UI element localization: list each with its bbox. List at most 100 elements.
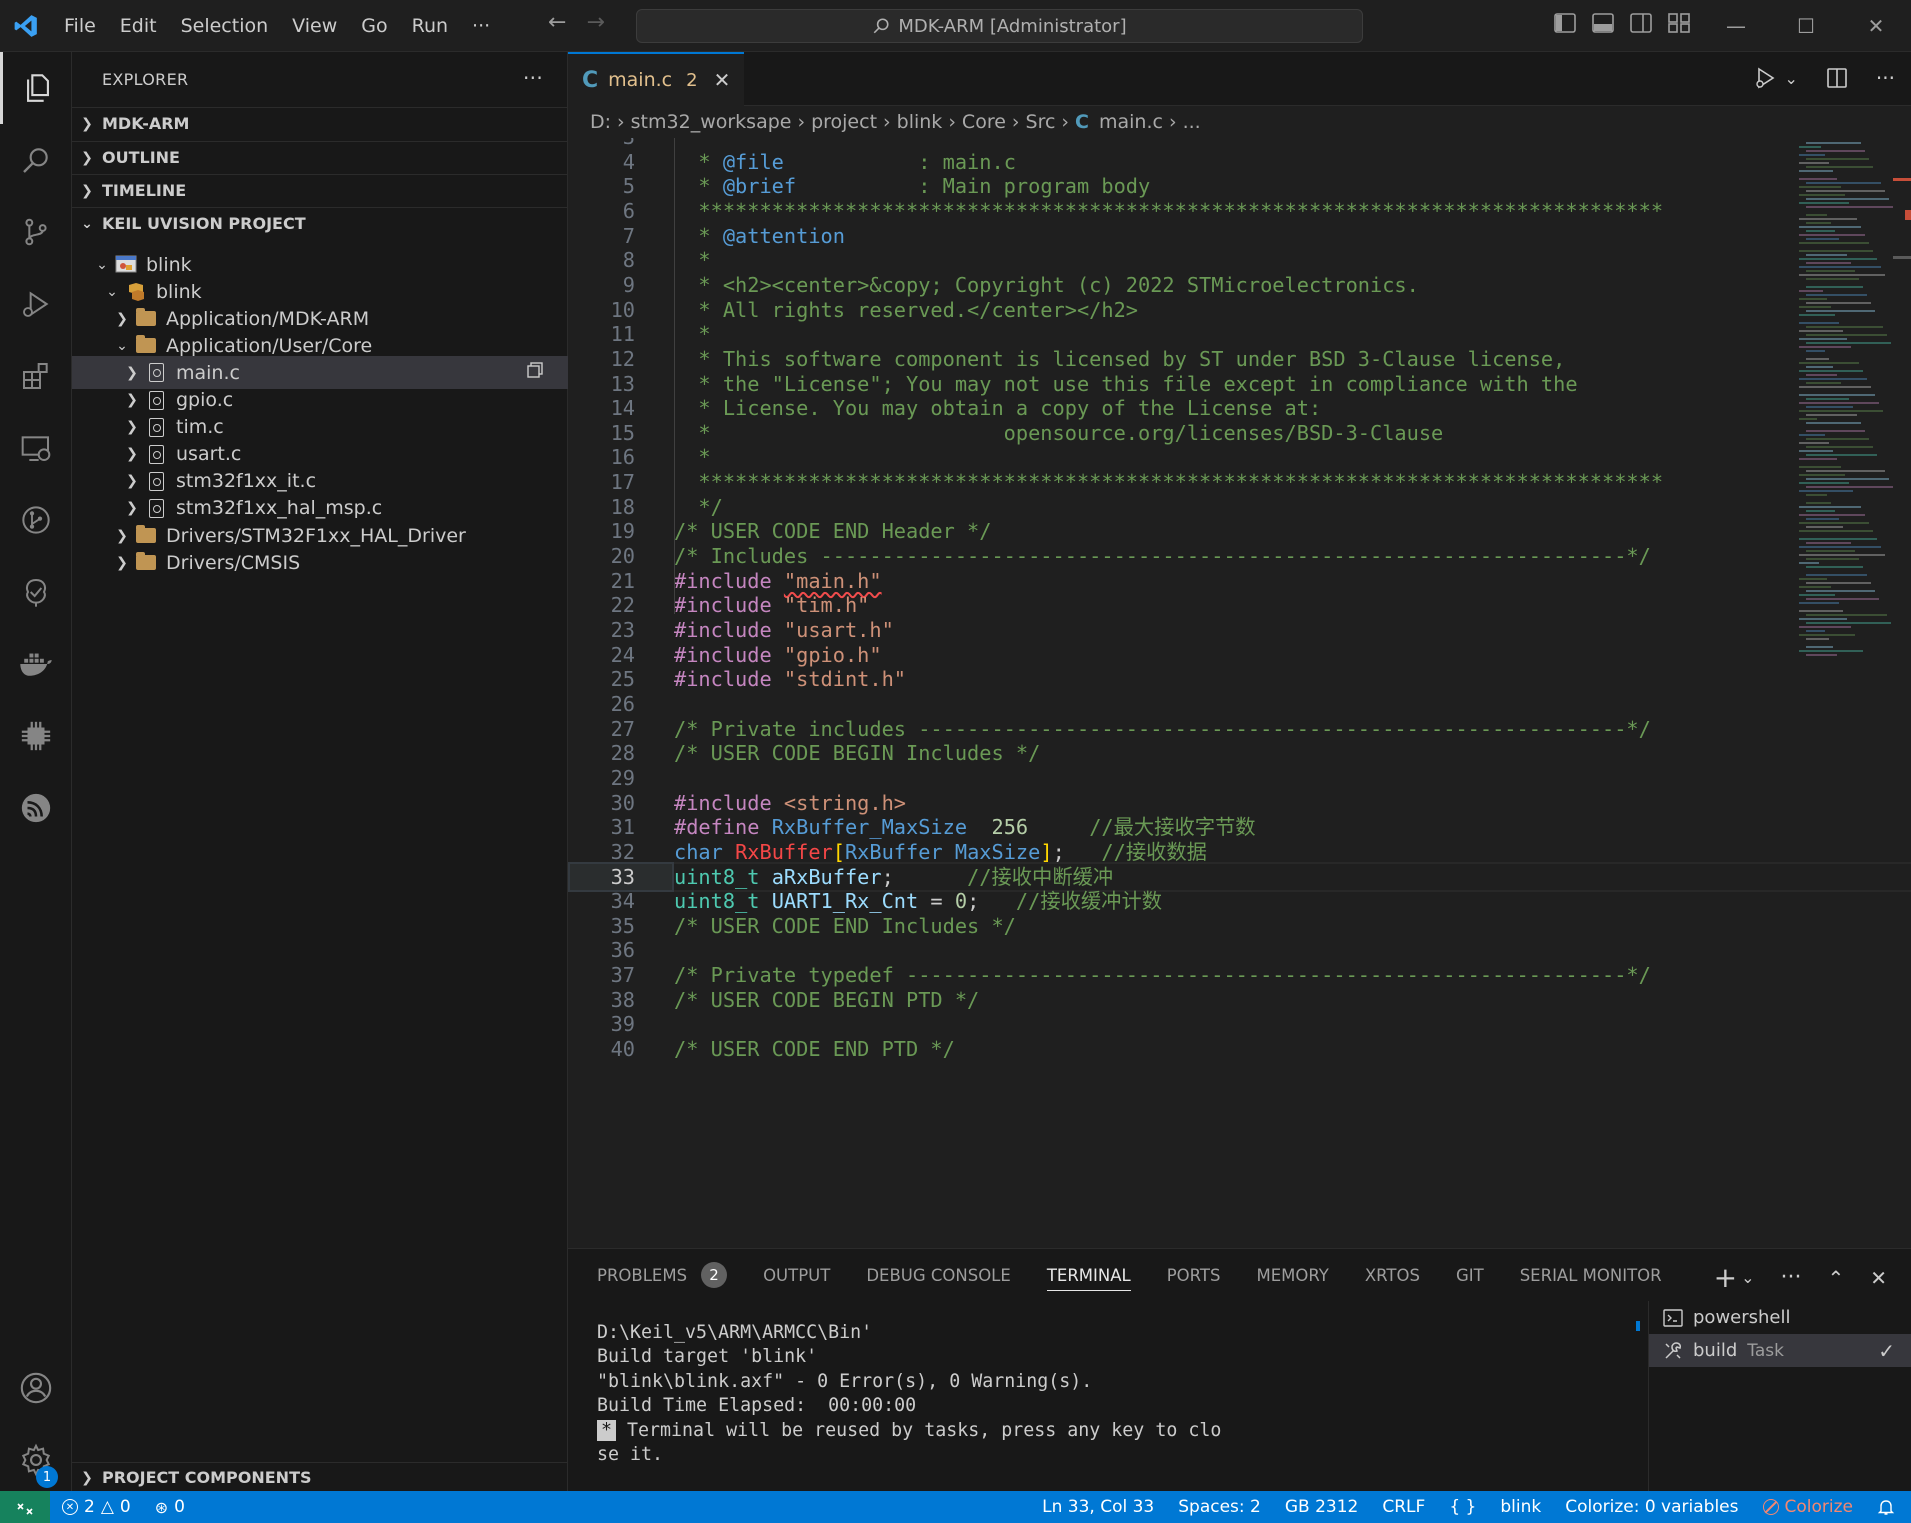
- section-mdk-arm[interactable]: ❯ MDK-ARM: [72, 107, 568, 139]
- source-control-icon[interactable]: [0, 196, 72, 268]
- git-graph-icon[interactable]: [0, 484, 72, 556]
- breadcrumb-item[interactable]: project: [811, 111, 877, 133]
- menu-item[interactable]: Run: [400, 15, 460, 37]
- terminal-item-powershell[interactable]: powershell: [1649, 1301, 1911, 1334]
- more-panel-actions-icon[interactable]: ···: [1780, 1265, 1801, 1290]
- breadcrumb-item[interactable]: D:: [590, 111, 611, 133]
- panel-tab-problems[interactable]: PROBLEMS 2: [597, 1249, 745, 1301]
- terminal-line: Build Time Elapsed: 00:00:00: [597, 1395, 917, 1417]
- ports-status[interactable]: ⊛ 0: [143, 1491, 197, 1523]
- tab-main-c[interactable]: C main.c 2 ✕: [568, 52, 744, 106]
- search-view-icon[interactable]: [0, 124, 72, 196]
- breadcrumb-item[interactable]: Src: [1026, 111, 1056, 133]
- panel-tab-terminal[interactable]: TERMINAL: [1046, 1249, 1149, 1301]
- menu-item[interactable]: ···: [460, 15, 502, 37]
- panel-tab-xrtos[interactable]: XRTOS: [1365, 1249, 1438, 1301]
- remote-explorer-icon[interactable]: [0, 412, 72, 484]
- espressif-icon[interactable]: [0, 772, 72, 844]
- breadcrumb-item[interactable]: blink: [897, 111, 943, 133]
- panel-tab-git[interactable]: GIT: [1456, 1249, 1502, 1301]
- extensions-icon[interactable]: [0, 340, 72, 412]
- menu-item[interactable]: Edit: [108, 15, 169, 37]
- run-debug-play-icon[interactable]: [1753, 66, 1779, 90]
- code-line[interactable]: 40 /* USER CODE END PTD */: [568, 1034, 1911, 1064]
- end-of-line[interactable]: CRLF: [1370, 1491, 1437, 1523]
- run-dropdown-chevron-icon[interactable]: ⌄: [1785, 69, 1798, 88]
- panel-tab-ports[interactable]: PORTS: [1167, 1249, 1239, 1301]
- explorer-header: EXPLORER ···: [72, 52, 567, 107]
- notifications-bell-icon[interactable]: [1865, 1491, 1911, 1523]
- new-terminal-plus-icon[interactable]: +: [1714, 1261, 1737, 1294]
- colorize-toggle[interactable]: Colorize: [1751, 1491, 1866, 1523]
- docker-icon[interactable]: [0, 628, 72, 700]
- section-outline[interactable]: ❯ OUTLINE: [72, 141, 568, 173]
- warning-icon: △: [100, 1497, 114, 1517]
- problems-status[interactable]: ✕ 2 △ 0: [50, 1491, 143, 1523]
- forward-arrow-icon[interactable]: →: [586, 10, 604, 35]
- disabled-circle-icon: [1762, 1499, 1779, 1515]
- menu-item[interactable]: View: [280, 15, 349, 37]
- chevron-right-icon: ❯: [116, 310, 128, 327]
- panel-actions: + ⌄ ··· ⌃ ✕: [1714, 1261, 1887, 1294]
- remote-indicator-icon[interactable]: [0, 1491, 50, 1523]
- breadcrumb-item[interactable]: ...: [1183, 111, 1201, 133]
- folder-icon: [132, 308, 160, 327]
- section-keil-project[interactable]: ⌄ KEIL UVISION PROJECT: [72, 207, 568, 239]
- encoding[interactable]: GB 2312: [1273, 1491, 1371, 1523]
- terminal-item-build[interactable]: build Task ✓: [1649, 1334, 1911, 1367]
- copy-files-icon[interactable]: [526, 361, 544, 384]
- chevron-right-icon: ❯: [126, 364, 138, 381]
- split-editor-icon[interactable]: [1826, 67, 1848, 89]
- explorer-icon[interactable]: [0, 52, 72, 124]
- panel-tab-serial-monitor[interactable]: SERIAL MONITOR: [1520, 1249, 1680, 1301]
- chip-icon[interactable]: [0, 700, 72, 772]
- panel-tab-debug-console[interactable]: DEBUG CONSOLE: [866, 1249, 1029, 1301]
- close-tab-icon[interactable]: ✕: [714, 68, 731, 92]
- code-editor[interactable]: 3 **************************************…: [568, 138, 1911, 1248]
- run-debug-icon[interactable]: [0, 268, 72, 340]
- editor-scrollbar[interactable]: [1893, 138, 1911, 1248]
- account-icon[interactable]: [0, 1352, 72, 1424]
- source-file-icon: [142, 471, 170, 491]
- tree-item[interactable]: ❯ Drivers/CMSIS: [72, 546, 568, 579]
- customize-layout-icon[interactable]: [1667, 12, 1691, 34]
- terminal-dropdown-chevron-icon[interactable]: ⌄: [1741, 1268, 1754, 1287]
- breadcrumb-item[interactable]: stm32_worksape: [631, 111, 792, 133]
- minimap[interactable]: [1793, 138, 1901, 668]
- section-timeline[interactable]: ❯ TIMELINE: [72, 174, 568, 206]
- breadcrumb-item[interactable]: Core: [962, 111, 1006, 133]
- more-editor-actions-icon[interactable]: ···: [1876, 66, 1895, 90]
- folder-icon: [132, 335, 160, 354]
- close-window-icon[interactable]: ✕: [1841, 0, 1911, 52]
- toggle-panel-icon[interactable]: [1591, 12, 1615, 34]
- chevron-down-icon: ⌄: [106, 283, 118, 300]
- back-arrow-icon[interactable]: ←: [548, 10, 566, 35]
- manage-gear-icon[interactable]: 1: [0, 1424, 72, 1496]
- toggle-sidebar-icon[interactable]: [1553, 12, 1577, 34]
- activity-bar: 1: [0, 52, 72, 1491]
- menu-item[interactable]: File: [52, 15, 108, 37]
- cursor-position[interactable]: Ln 33, Col 33: [1030, 1491, 1166, 1523]
- testing-icon[interactable]: [0, 556, 72, 628]
- close-panel-icon[interactable]: ✕: [1870, 1266, 1887, 1290]
- menu-item[interactable]: Go: [349, 15, 399, 37]
- maximize-icon[interactable]: ☐: [1771, 0, 1841, 52]
- c-file-icon: C: [1075, 111, 1089, 133]
- panel-tab-memory[interactable]: MEMORY: [1256, 1249, 1346, 1301]
- terminal-output[interactable]: D:\Keil_v5\ARM\ARMCC\Bin' Build target 'b…: [597, 1321, 1627, 1467]
- chevron-down-icon: ⌄: [81, 215, 93, 232]
- toggle-secondary-sidebar-icon[interactable]: [1629, 12, 1653, 34]
- breadcrumb-item[interactable]: main.c: [1099, 111, 1163, 133]
- menu-item[interactable]: Selection: [169, 15, 281, 37]
- language-mode[interactable]: { }: [1437, 1491, 1488, 1523]
- indentation[interactable]: Spaces: 2: [1166, 1491, 1273, 1523]
- project-name[interactable]: blink: [1488, 1491, 1553, 1523]
- section-project-components[interactable]: ❯ PROJECT COMPONENTS: [72, 1462, 568, 1492]
- chevron-right-icon: ❯: [116, 527, 128, 544]
- minimize-icon[interactable]: —: [1701, 0, 1771, 52]
- panel-tab-output[interactable]: OUTPUT: [763, 1249, 848, 1301]
- more-actions-icon[interactable]: ···: [523, 66, 543, 90]
- colorize-variables[interactable]: Colorize: 0 variables: [1553, 1491, 1750, 1523]
- maximize-panel-chevron-up-icon[interactable]: ⌃: [1827, 1266, 1844, 1290]
- command-center-search[interactable]: MDK-ARM [Administrator]: [636, 9, 1363, 43]
